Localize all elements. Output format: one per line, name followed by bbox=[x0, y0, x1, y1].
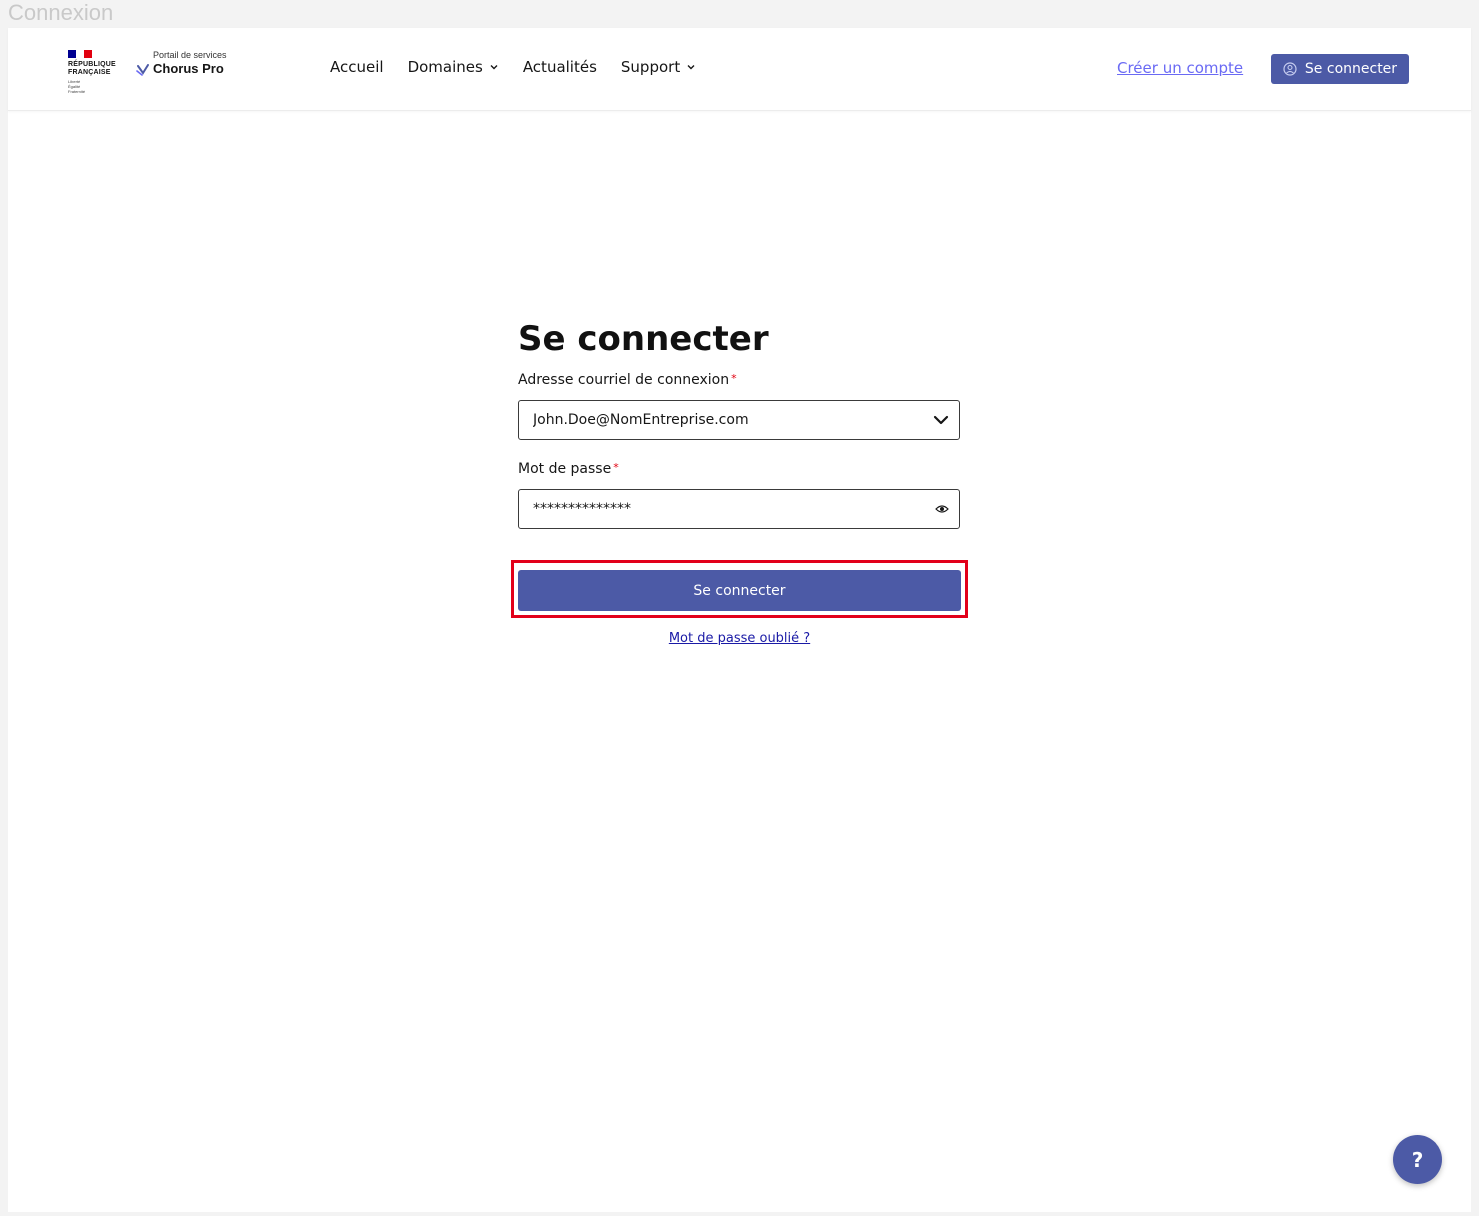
site-header: RÉPUBLIQUE FRANÇAISE Liberté Égalité Fra… bbox=[8, 28, 1471, 111]
window-title: Connexion bbox=[8, 0, 114, 25]
login-submit-button[interactable]: Se connecter bbox=[518, 570, 961, 611]
chevron-down-icon bbox=[687, 65, 695, 70]
required-mark: * bbox=[613, 461, 619, 474]
eye-icon[interactable] bbox=[935, 503, 949, 515]
email-label-text: Adresse courriel de connexion bbox=[518, 372, 730, 388]
nav-item-domaines[interactable]: Domaines bbox=[408, 58, 499, 76]
logo-line-1: RÉPUBLIQUE bbox=[68, 61, 116, 68]
header-login-label: Se connecter bbox=[1304, 61, 1398, 77]
help-button[interactable]: ? bbox=[1393, 1135, 1442, 1184]
chevron-down-icon[interactable] bbox=[933, 413, 949, 427]
required-mark: * bbox=[731, 372, 737, 385]
nav-item-label: Domaines bbox=[407, 58, 483, 76]
user-icon bbox=[1283, 62, 1297, 76]
nav-item-actualites[interactable]: Actualités bbox=[523, 58, 597, 76]
nav-item-label: Accueil bbox=[330, 58, 384, 76]
password-label-text: Mot de passe bbox=[518, 461, 612, 477]
forgot-password-link[interactable]: Mot de passe oublié ? bbox=[518, 631, 961, 646]
chevron-down-icon bbox=[490, 65, 498, 70]
logo-motto-3: Fraternité bbox=[68, 89, 86, 94]
logo-motto: Liberté Égalité Fraternité bbox=[68, 79, 128, 94]
republique-francaise-logo[interactable]: RÉPUBLIQUE FRANÇAISE Liberté Égalité Fra… bbox=[68, 50, 128, 102]
service-name: Chorus Pro bbox=[153, 61, 224, 76]
nav-item-accueil[interactable]: Accueil bbox=[330, 58, 384, 76]
email-select[interactable] bbox=[518, 400, 960, 440]
french-flag-icon bbox=[68, 50, 92, 58]
nav-item-label: Actualités bbox=[522, 58, 597, 76]
service-tagline: Portail de services bbox=[153, 50, 227, 60]
password-label: Mot de passe * bbox=[518, 461, 619, 477]
header-login-button[interactable]: Se connecter bbox=[1271, 54, 1409, 84]
email-field[interactable] bbox=[533, 401, 913, 439]
create-account-link[interactable]: Créer un compte bbox=[1117, 59, 1243, 77]
chorus-pro-logo-icon bbox=[136, 64, 149, 76]
page: RÉPUBLIQUE FRANÇAISE Liberté Égalité Fra… bbox=[8, 28, 1471, 1212]
main-nav: Accueil Domaines Actualités Support bbox=[330, 58, 720, 76]
logo-line-2: FRANÇAISE bbox=[68, 69, 111, 76]
password-field[interactable] bbox=[533, 490, 913, 528]
password-input-box[interactable] bbox=[518, 489, 960, 529]
email-label: Adresse courriel de connexion * bbox=[518, 372, 737, 388]
service-brand[interactable]: Portail de services Chorus Pro bbox=[136, 50, 256, 80]
page-title: Se connecter bbox=[518, 318, 769, 359]
nav-item-label: Support bbox=[620, 58, 681, 76]
nav-item-support[interactable]: Support bbox=[621, 58, 696, 76]
